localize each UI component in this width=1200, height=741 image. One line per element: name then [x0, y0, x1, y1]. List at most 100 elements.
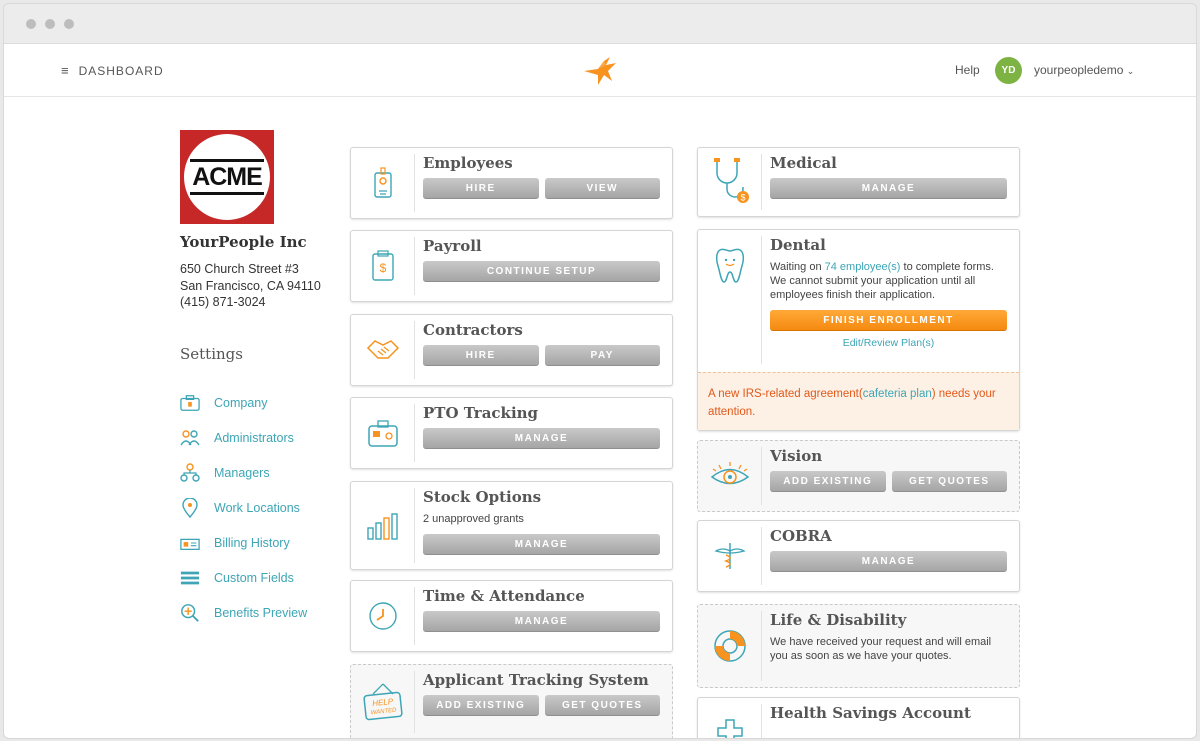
dashboard-menu-button[interactable]: ≡ DASHBOARD — [61, 63, 164, 78]
contractors-title: Contractors — [423, 321, 523, 339]
help-wanted-sign-icon: HELPWANTED — [362, 683, 403, 721]
company-address: 650 Church Street #3 San Francisco, CA 9… — [180, 261, 321, 311]
settings-item-label: Work Locations — [214, 500, 300, 515]
stock-manage-button[interactable]: MANAGE — [423, 534, 660, 555]
settings-heading: Settings — [180, 345, 243, 363]
employees-card: Employees HIRE VIEW — [350, 147, 673, 219]
avatar[interactable]: YD — [995, 57, 1022, 84]
pto-title: PTO Tracking — [423, 404, 539, 422]
medical-card: $ Medical MANAGE — [697, 147, 1020, 217]
contractors-card: Contractors HIRE PAY — [350, 314, 673, 386]
chevron-down-icon: ⌄ — [1126, 66, 1135, 76]
hamburger-icon: ≡ — [61, 63, 70, 78]
finish-enrollment-button[interactable]: FINISH ENROLLMENT — [770, 310, 1007, 331]
billing-icon — [180, 533, 200, 553]
help-link[interactable]: Help — [955, 63, 980, 77]
life-note: We have received your request and will e… — [770, 636, 992, 662]
magnifier-icon — [180, 603, 200, 623]
pto-manage-button[interactable]: MANAGE — [423, 428, 660, 449]
svg-text:HELP: HELP — [371, 697, 393, 708]
settings-item-label: Administrators — [214, 430, 294, 445]
contractors-pay-button[interactable]: PAY — [544, 345, 660, 366]
settings-item-benefits-preview[interactable]: Benefits Preview — [180, 595, 307, 630]
address-line1: 650 Church Street #3 — [180, 262, 299, 276]
settings-list: Company Administrators Managers Work Loc… — [180, 385, 307, 630]
clock-icon — [368, 602, 397, 630]
caduceus-icon — [713, 543, 746, 569]
time-manage-button[interactable]: MANAGE — [423, 611, 660, 632]
settings-item-billing-history[interactable]: Billing History — [180, 525, 307, 560]
vision-get-quotes-button[interactable]: GET QUOTES — [891, 471, 1007, 492]
id-badge-icon — [373, 167, 392, 198]
cobra-manage-button[interactable]: MANAGE — [770, 551, 1007, 572]
briefcase-icon — [180, 393, 200, 413]
pto-tracking-card: PTO Tracking MANAGE — [350, 397, 673, 469]
payroll-title: Payroll — [423, 237, 482, 255]
fields-icon — [180, 568, 200, 588]
username-label: yourpeopledemo — [1034, 63, 1124, 77]
window-minimize-dot[interactable] — [45, 19, 55, 29]
company-phone: (415) 871-3024 — [180, 295, 266, 309]
cafeteria-plan-link[interactable]: cafeteria plan — [863, 388, 932, 400]
payroll-card: $ Payroll CONTINUE SETUP — [350, 230, 673, 302]
settings-item-managers[interactable]: Managers — [180, 455, 307, 490]
browser-window: ≡ DASHBOARD Help YD yourpeopledemo ⌄ ACM… — [3, 3, 1197, 739]
stock-options-card: Stock Options 2 unapproved grants MANAGE — [350, 481, 673, 570]
window-close-dot[interactable] — [26, 19, 36, 29]
dental-message-prefix: Waiting on — [770, 261, 825, 273]
settings-item-label: Custom Fields — [214, 570, 294, 585]
time-attendance-card: Time & Attendance MANAGE — [350, 580, 673, 652]
stethoscope-icon: $ — [713, 158, 749, 203]
ats-title: Applicant Tracking System — [423, 671, 649, 689]
settings-item-label: Company — [214, 395, 268, 410]
window-zoom-dot[interactable] — [64, 19, 74, 29]
svg-text:WANTED: WANTED — [370, 708, 397, 717]
ats-get-quotes-button[interactable]: GET QUOTES — [544, 695, 660, 716]
settings-item-company[interactable]: Company — [180, 385, 307, 420]
medical-manage-button[interactable]: MANAGE — [770, 178, 1007, 199]
employees-title: Employees — [423, 154, 513, 172]
life-title: Life & Disability — [770, 611, 907, 629]
edit-review-plans-link[interactable]: Edit/Review Plan(s) — [770, 337, 1007, 349]
svg-text:$: $ — [740, 193, 745, 203]
hummingbird-logo-icon[interactable] — [582, 57, 622, 87]
settings-item-custom-fields[interactable]: Custom Fields — [180, 560, 307, 595]
dental-employees-link[interactable]: 74 employee(s) — [825, 261, 901, 273]
ats-card: HELP WANTED Applicant Tracking System ADD… — [350, 664, 673, 738]
settings-item-work-locations[interactable]: Work Locations — [180, 490, 307, 525]
cobra-card: COBRA MANAGE — [697, 520, 1020, 592]
tooth-icon — [715, 248, 744, 283]
hsa-card: $ Health Savings Account — [697, 697, 1020, 738]
settings-item-label: Managers — [214, 465, 270, 480]
hsa-cross-icon: $ — [716, 719, 743, 738]
company-logo-text: ACME — [190, 159, 264, 195]
settings-item-label: Billing History — [214, 535, 290, 550]
clipboard-icon: $ — [371, 250, 394, 281]
company-logo: ACME — [180, 130, 274, 224]
people-icon — [180, 428, 200, 448]
settings-item-label: Benefits Preview — [214, 605, 308, 620]
stock-title: Stock Options — [423, 488, 542, 506]
dental-card: Dental Waiting on 74 employee(s) to comp… — [697, 229, 1020, 431]
irs-agreement-alert: A new IRS-related agreement(cafeteria pl… — [698, 372, 1019, 430]
bar-chart-icon — [366, 512, 398, 540]
stock-note: 2 unapproved grants — [423, 513, 524, 525]
employees-hire-button[interactable]: HIRE — [423, 178, 539, 199]
settings-item-administrators[interactable]: Administrators — [180, 420, 307, 455]
payroll-continue-setup-button[interactable]: CONTINUE SETUP — [423, 261, 660, 282]
svg-text:$: $ — [379, 261, 386, 275]
employees-view-button[interactable]: VIEW — [544, 178, 660, 199]
contractors-hire-button[interactable]: HIRE — [423, 345, 539, 366]
medical-title: Medical — [770, 154, 837, 172]
cobra-title: COBRA — [770, 527, 832, 545]
location-pin-icon — [180, 497, 200, 518]
company-name: YourPeople Inc — [180, 233, 307, 251]
ats-add-existing-button[interactable]: ADD EXISTING — [423, 695, 539, 716]
user-menu[interactable]: yourpeopledemo ⌄ — [1034, 63, 1134, 77]
life-ring-icon — [713, 630, 746, 662]
vision-card: Vision ADD EXISTING GET QUOTES — [697, 440, 1020, 512]
vision-add-existing-button[interactable]: ADD EXISTING — [770, 471, 886, 492]
suitcase-icon — [367, 420, 398, 447]
dashboard-label: DASHBOARD — [78, 63, 164, 78]
handshake-icon — [366, 340, 399, 359]
